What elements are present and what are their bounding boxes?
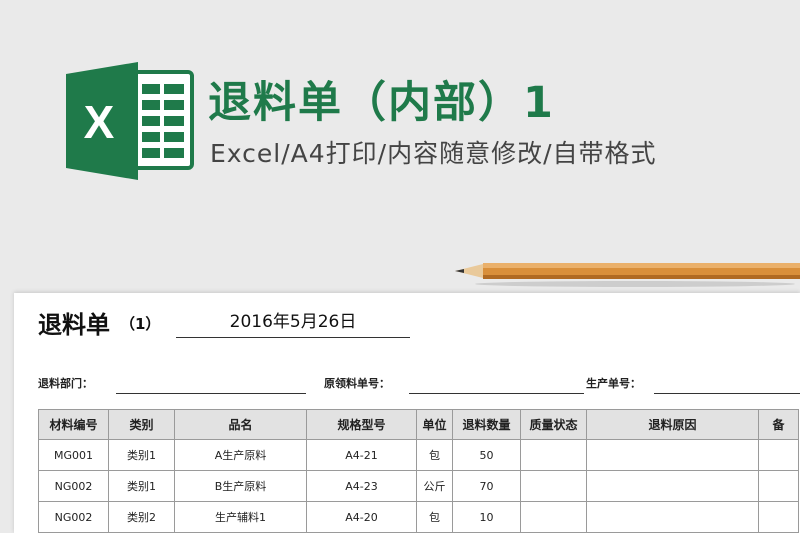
document-date: 2016年5月26日	[176, 307, 410, 338]
banner-subtitle: Excel/A4打印/内容随意修改/自带格式	[210, 139, 657, 168]
logo-letter: X	[84, 96, 115, 148]
field-line-requisition-no	[409, 393, 584, 394]
col-header-material-code: 材料编号	[38, 409, 109, 440]
cell-item-name[interactable]: A生产原料	[174, 439, 307, 471]
col-header-quality: 质量状态	[520, 409, 587, 440]
table-row: NG002 类别1 B生产原料 A4-23 公斤 70	[38, 470, 799, 502]
col-header-category: 类别	[108, 409, 175, 440]
document-sheet: 退料单 （1） 2016年5月26日 退料部门： 原领料单号： 生产单号： 材料…	[14, 293, 800, 533]
col-header-reason: 退料原因	[586, 409, 759, 440]
cell-category[interactable]: 类别1	[108, 439, 175, 471]
col-header-spec: 规格型号	[306, 409, 417, 440]
cell-spec[interactable]: A4-20	[306, 501, 417, 533]
cell-item-name[interactable]: B生产原料	[174, 470, 307, 502]
cell-quantity[interactable]: 50	[452, 439, 521, 471]
cell-spec[interactable]: A4-23	[306, 470, 417, 502]
field-label-requisition-no: 原领料单号：	[324, 377, 390, 390]
cell-material-code[interactable]: NG002	[38, 470, 109, 502]
return-table: 材料编号 类别 品名 规格型号 单位 退料数量 质量状态 退料原因 备 MG00…	[38, 409, 799, 533]
table-header-row: 材料编号 类别 品名 规格型号 单位 退料数量 质量状态 退料原因 备	[38, 409, 799, 440]
cell-unit[interactable]: 包	[416, 501, 453, 533]
cell-material-code[interactable]: NG002	[38, 501, 109, 533]
field-label-production-no: 生产单号：	[586, 377, 641, 390]
cell-reason[interactable]	[586, 501, 759, 533]
col-header-item-name: 品名	[174, 409, 307, 440]
cell-material-code[interactable]: MG001	[38, 439, 109, 471]
cell-quality[interactable]	[520, 439, 587, 471]
cell-spec[interactable]: A4-21	[306, 439, 417, 471]
col-header-unit: 单位	[416, 409, 453, 440]
cell-quantity[interactable]: 10	[452, 501, 521, 533]
col-header-remark: 备	[758, 409, 799, 440]
cell-category[interactable]: 类别1	[108, 470, 175, 502]
cell-item-name[interactable]: 生产辅料1	[174, 501, 307, 533]
cell-remark[interactable]	[758, 470, 799, 502]
field-line-production-no	[654, 393, 800, 394]
excel-icon: X	[66, 62, 194, 180]
table-row: NG002 类别2 生产辅料1 A4-20 包 10	[38, 501, 799, 533]
cell-unit[interactable]: 包	[416, 439, 453, 471]
banner-title: 退料单（内部）1	[208, 78, 555, 128]
table-row: MG001 类别1 A生产原料 A4-21 包 50	[38, 439, 799, 471]
cell-unit[interactable]: 公斤	[416, 470, 453, 502]
cell-remark[interactable]	[758, 439, 799, 471]
cell-quantity[interactable]: 70	[452, 470, 521, 502]
cell-category[interactable]: 类别2	[108, 501, 175, 533]
field-label-department: 退料部门：	[38, 377, 93, 390]
pencil-icon	[455, 263, 800, 287]
col-header-quantity: 退料数量	[452, 409, 521, 440]
field-line-department	[116, 393, 306, 394]
document-title: 退料单	[38, 311, 110, 339]
cell-remark[interactable]	[758, 501, 799, 533]
cell-reason[interactable]	[586, 470, 759, 502]
cell-quality[interactable]	[520, 470, 587, 502]
cell-quality[interactable]	[520, 501, 587, 533]
document-number: （1）	[120, 315, 161, 333]
cell-reason[interactable]	[586, 439, 759, 471]
